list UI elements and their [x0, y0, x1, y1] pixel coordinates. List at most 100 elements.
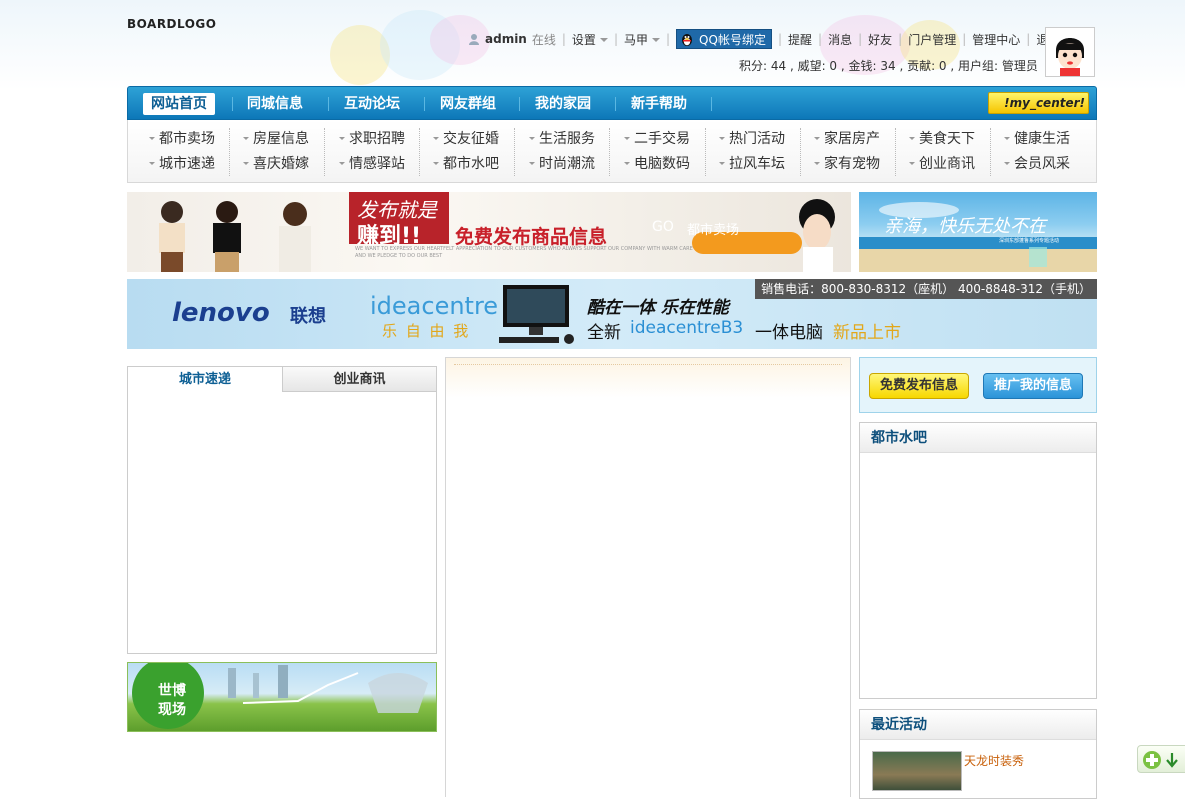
separator: |	[613, 32, 618, 46]
subnav-column: 美食天下 创业商讯	[903, 127, 998, 177]
computer-monitor-icon	[499, 285, 574, 344]
event-link[interactable]: 天龙时装秀	[964, 752, 1024, 769]
subnav-link[interactable]: 交友征婚	[427, 127, 522, 152]
nav-item-groups[interactable]: 网友群组	[440, 93, 496, 115]
qq-penguin-icon	[682, 34, 693, 46]
nav-separator	[232, 97, 233, 111]
subnav-link[interactable]: 时尚潮流	[523, 152, 618, 177]
nav-separator	[424, 97, 425, 111]
subnav-link[interactable]: 城市速递	[143, 152, 238, 177]
separator: |	[818, 32, 823, 46]
site-logo[interactable]: BOARDLOGO	[127, 17, 216, 31]
market-banner[interactable]: 发布就是 赚到!! 免费发布商品信息 WE WANT TO EXPRESS OU…	[127, 192, 851, 272]
expo-label-1: 世博	[158, 683, 186, 699]
events-title: 最近活动	[860, 710, 1096, 740]
chevron-down-icon	[652, 38, 660, 42]
banner3-new: 新品上市	[833, 323, 901, 343]
banner1-go: GO	[652, 219, 674, 235]
subnav-divider	[324, 128, 325, 176]
subnav-link[interactable]: 家有宠物	[808, 152, 903, 177]
subnav-link[interactable]: 求职招聘	[333, 127, 428, 152]
lenovo-banner[interactable]: 销售电话：800-830-8312（座机） 400-8848-312（手机） l…	[127, 279, 1097, 349]
banner3-product-suffix: 一体电脑	[755, 323, 823, 343]
nav-separator	[615, 97, 616, 111]
notify-link[interactable]: 提醒	[788, 31, 812, 48]
banner2-text: 亲海，快乐无处不在	[884, 216, 1046, 237]
separator: |	[898, 32, 903, 46]
subnav-divider	[990, 128, 991, 176]
subnav-column: 二手交易 电脑数码	[618, 127, 713, 177]
subnav-divider	[705, 128, 706, 176]
sales-phone: 销售电话：800-830-8312（座机） 400-8848-312（手机）	[755, 279, 1097, 299]
nav-item-forum[interactable]: 互动论坛	[344, 93, 400, 115]
nav-item-my-home[interactable]: 我的家园	[535, 93, 591, 115]
free-post-button[interactable]: 免费发布信息	[869, 373, 970, 399]
subnav-divider	[229, 128, 230, 176]
promote-button[interactable]: 推广我的信息	[983, 373, 1084, 399]
banner2-small: 深圳东部蓬鲁系列专题活动	[999, 238, 1060, 244]
user-icon	[469, 34, 479, 45]
floating-download-widget[interactable]	[1137, 745, 1185, 773]
event-thumbnail[interactable]	[872, 751, 962, 791]
nav-item-home[interactable]: 网站首页	[143, 93, 215, 115]
nav-separator	[328, 97, 329, 111]
banner1-fine-print: WE WANT TO EXPRESS OUR HEARTFELT APPRECI…	[355, 246, 693, 259]
subnav-link[interactable]: 会员风采	[998, 152, 1093, 177]
subnav-link[interactable]: 热门活动	[713, 127, 808, 152]
subnav-link[interactable]: 美食天下	[903, 127, 998, 152]
subnav-divider	[895, 128, 896, 176]
expo-label-2: 现场	[158, 702, 186, 718]
qq-bind-button[interactable]: QQ帐号绑定	[676, 29, 772, 49]
subnav-column: 家居房产 家有宠物	[808, 127, 903, 177]
promo-box: 免费发布信息 推广我的信息	[859, 357, 1097, 413]
subnav-link[interactable]: 都市卖场	[143, 127, 238, 152]
messages-link[interactable]: 消息	[828, 31, 852, 48]
settings-menu[interactable]: 设置	[572, 31, 608, 48]
subnav-link[interactable]: 电脑数码	[618, 152, 713, 177]
subnav-link[interactable]: 家居房产	[808, 127, 903, 152]
subnav-link[interactable]: 生活服务	[523, 127, 618, 152]
my-center-button[interactable]: !my_center!	[988, 92, 1089, 114]
center-content	[445, 357, 851, 797]
vest-menu[interactable]: 马甲	[624, 31, 660, 48]
expo-banner[interactable]: 世博 现场	[127, 662, 437, 732]
subnav-link[interactable]: 创业商讯	[903, 152, 998, 177]
lenovo-logo-text: lenovo	[172, 298, 270, 328]
download-arrow-icon	[1143, 751, 1178, 769]
tab-city-express[interactable]: 城市速递	[128, 367, 282, 392]
subnav-link[interactable]: 拉风车坛	[713, 152, 808, 177]
admin-center-link[interactable]: 管理中心	[972, 31, 1020, 48]
friends-link[interactable]: 好友	[868, 31, 892, 48]
online-status[interactable]: 在线	[532, 31, 556, 48]
subnav-column: 生活服务 时尚潮流	[523, 127, 618, 177]
user-stats: 积分: 44 , 威望: 0 , 金钱: 34 , 贡献: 0 , 用户组: 管…	[739, 59, 1038, 73]
subnav-link[interactable]: 喜庆婚嫁	[237, 152, 332, 177]
banner3-headline: 酷在一体 乐在性能	[587, 298, 729, 318]
subnav-column: 健康生活 会员风采	[998, 127, 1093, 177]
tab-business-news[interactable]: 创业商讯	[282, 367, 436, 392]
qq-bind-label: QQ帐号绑定	[699, 32, 766, 47]
portal-admin-link[interactable]: 门户管理	[908, 31, 956, 48]
subnav-column: 求职招聘 情感驿站	[333, 127, 428, 177]
separator: |	[858, 32, 863, 46]
subnav-link[interactable]: 情感驿站	[333, 152, 428, 177]
separator: |	[666, 32, 671, 46]
subnav-link[interactable]: 健康生活	[998, 127, 1093, 152]
username-link[interactable]: admin	[485, 32, 527, 46]
avatar[interactable]	[1045, 27, 1095, 77]
nav-item-help[interactable]: 新手帮助	[631, 93, 687, 115]
subnav-link[interactable]: 都市水吧	[427, 152, 522, 177]
subnav-column: 都市卖场 城市速递	[143, 127, 238, 177]
subnav-column: 交友征婚 都市水吧	[427, 127, 522, 177]
subnav-column: 房屋信息 喜庆婚嫁	[237, 127, 332, 177]
sea-banner[interactable]: 亲海，快乐无处不在 深圳东部蓬鲁系列专题活动	[859, 192, 1097, 272]
subnav-link[interactable]: 房屋信息	[237, 127, 332, 152]
subnav-link[interactable]: 二手交易	[618, 127, 713, 152]
subnav-divider	[419, 128, 420, 176]
ideacentre-sub: 乐 自 由 我	[382, 322, 471, 340]
separator: |	[561, 32, 566, 46]
nav-item-local-info[interactable]: 同城信息	[247, 93, 303, 115]
left-tab-panel: 城市速递 创业商讯	[127, 366, 437, 654]
subnav-column: 热门活动 拉风车坛	[713, 127, 808, 177]
banner3-product: ideacentreB3	[630, 318, 744, 338]
